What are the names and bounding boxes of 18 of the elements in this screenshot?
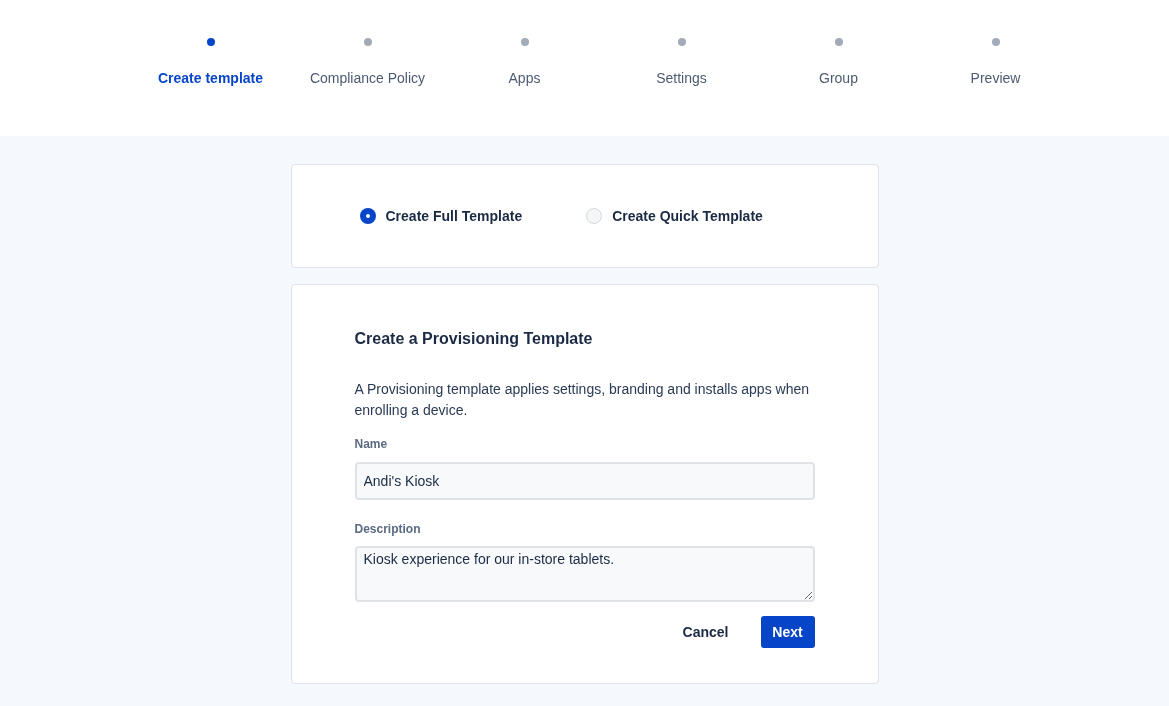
step-label[interactable]: Group [819,68,858,89]
step-label[interactable]: Compliance Policy [309,68,426,89]
radio-button[interactable] [359,208,376,224]
name-label: Name [354,436,389,453]
step-label[interactable]: Settings [656,68,707,89]
cancel-button[interactable]: Cancel [678,616,733,648]
step-label[interactable]: Preview [970,68,1021,89]
step-label[interactable]: Apps [508,68,541,89]
step-label[interactable]: Create template [157,68,263,89]
radio-label: Create Quick Template [612,206,763,226]
name-field[interactable]: Andi's Kiosk [354,462,815,500]
description-label: Description [354,521,422,538]
next-button[interactable]: Next [760,616,815,648]
form-description: A Provisioning template applies settings, branding and installs apps when enrolling a device. [354,380,810,420]
radio-button[interactable] [586,208,603,224]
description-field[interactable]: Kiosk experience for our in-store tablets. [354,546,815,602]
form-title: Create a Provisioning Template [354,329,594,349]
radio-label: Create Full Template [385,206,523,226]
